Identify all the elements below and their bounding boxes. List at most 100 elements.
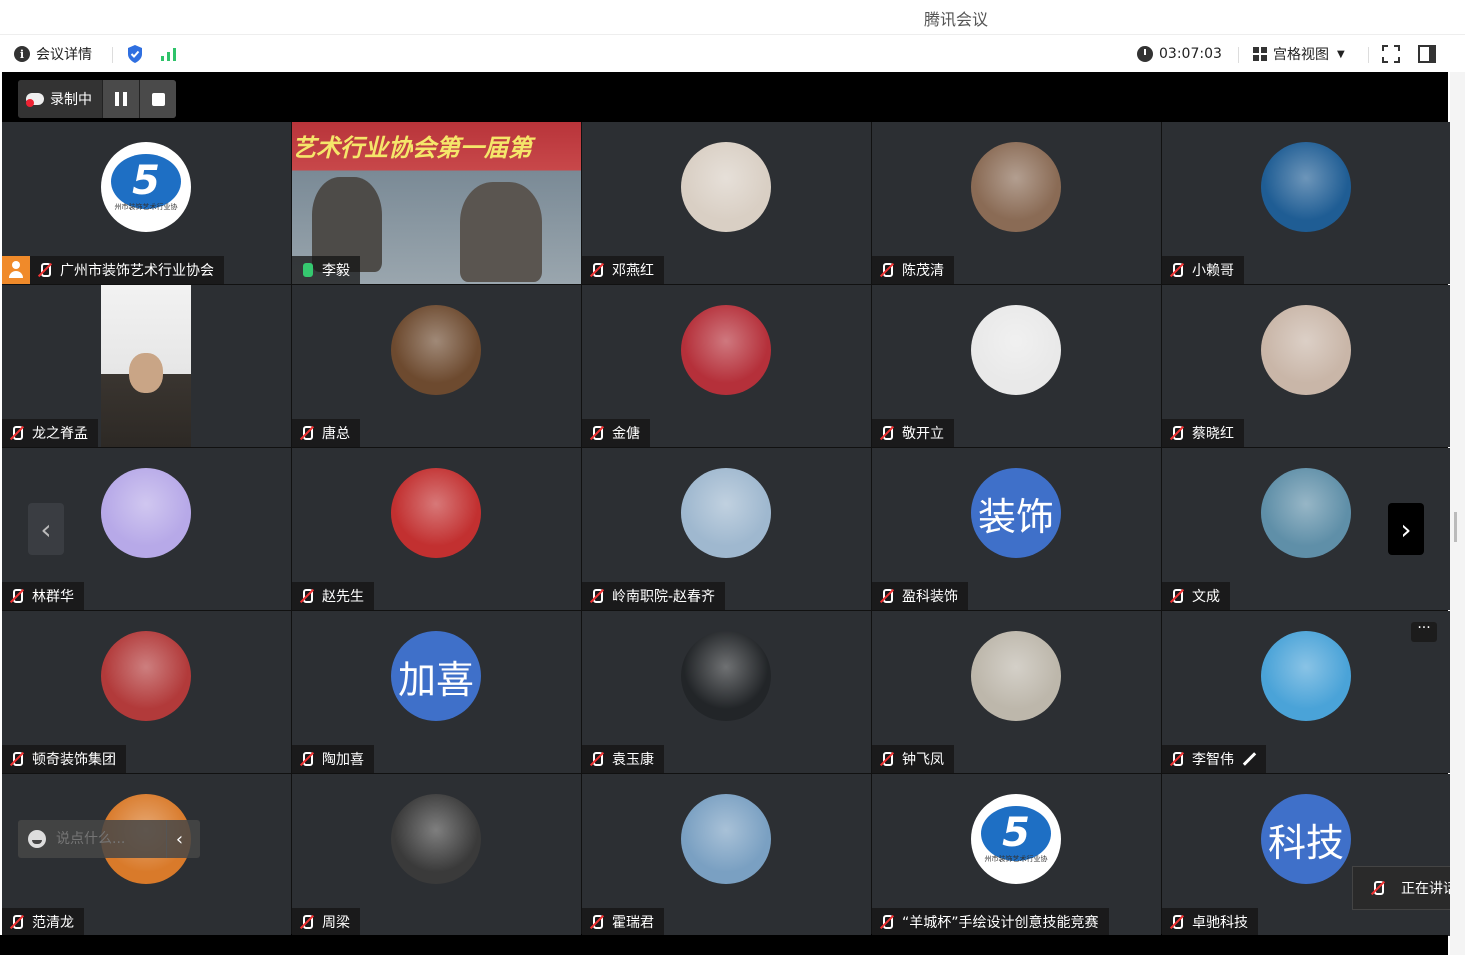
clock-icon <box>1137 46 1153 62</box>
window-title: 腾讯会议 <box>924 10 989 29</box>
pause-recording-button[interactable] <box>102 80 139 118</box>
participant-tile[interactable]: 李智伟 <box>1162 611 1451 773</box>
avatar <box>681 631 771 721</box>
participant-nametag: 敬开立 <box>872 419 954 447</box>
participant-tile[interactable]: 小赖哥 <box>1162 122 1451 284</box>
participant-tile[interactable]: 岭南职院-赵春齐 <box>582 448 871 610</box>
security-shield-button[interactable] <box>126 43 144 65</box>
participant-tile[interactable]: 5 州市装饰艺术行业协 “羊城杯”手绘设计创意技能竞赛 <box>872 774 1161 936</box>
avatar <box>971 142 1061 232</box>
participant-nametag: 广州市装饰艺术行业协会 <box>2 256 224 284</box>
mic-muted-icon <box>878 425 894 441</box>
avatar <box>1261 305 1351 395</box>
view-mode-dropdown[interactable]: 宫格视图 ▼ <box>1253 43 1345 65</box>
emoji-icon[interactable] <box>28 830 46 848</box>
participant-name: 钟飞凤 <box>902 752 944 768</box>
participant-name: 袁玉康 <box>612 752 654 768</box>
participant-name: 周梁 <box>322 915 350 931</box>
participant-name: 赵先生 <box>322 589 364 605</box>
participant-tile[interactable]: 龙之脊孟 <box>2 285 291 447</box>
toolbar-divider <box>1368 47 1369 63</box>
mic-muted-icon <box>8 425 24 441</box>
participant-tile[interactable]: 霍瑞君 <box>582 774 871 936</box>
participant-name: 广州市装饰艺术行业协会 <box>60 263 214 279</box>
avatar <box>681 794 771 884</box>
person-silhouette <box>460 182 542 282</box>
caret-down-icon: ▼ <box>1337 48 1345 60</box>
mic-muted-icon <box>298 751 314 767</box>
participant-tile[interactable]: 钟飞凤 <box>872 611 1161 773</box>
tile-more-button[interactable]: ··· <box>1411 620 1437 642</box>
participant-nametag: 龙之脊孟 <box>2 419 98 447</box>
host-icon <box>2 256 30 284</box>
participant-tile[interactable]: 陈茂清 <box>872 122 1161 284</box>
avatar: 5 州市装饰艺术行业协 <box>101 142 191 232</box>
stop-recording-button[interactable] <box>139 80 176 118</box>
participant-tile[interactable]: 科技 卓驰科技 <box>1162 774 1451 936</box>
participant-name: “羊城杯”手绘设计创意技能竞赛 <box>902 915 1099 931</box>
pause-icon <box>115 92 127 106</box>
mic-muted-icon <box>588 914 604 930</box>
avatar <box>101 468 191 558</box>
participant-tile[interactable]: 周梁 <box>292 774 581 936</box>
mic-muted-icon <box>1168 425 1184 441</box>
participant-tile[interactable]: 金傏 <box>582 285 871 447</box>
participant-tile[interactable]: 赵先生 <box>292 448 581 610</box>
meeting-info-button[interactable]: i 会议详情 <box>14 43 92 65</box>
participant-name: 范清龙 <box>32 915 74 931</box>
stop-icon <box>151 92 165 106</box>
mic-muted-icon <box>588 425 604 441</box>
mic-muted-icon <box>878 914 894 930</box>
participant-tile[interactable]: 敬开立 <box>872 285 1161 447</box>
participant-tile[interactable]: 顿奇装饰集团 <box>2 611 291 773</box>
participant-nametag: 李毅 <box>292 256 360 284</box>
meeting-window: { "window": { "title": "腾讯会议" }, "toolba… <box>0 0 1465 955</box>
participant-nametag: 范清龙 <box>2 908 84 936</box>
participant-name: 卓驰科技 <box>1192 915 1248 931</box>
resize-handle[interactable] <box>1454 512 1457 542</box>
toolbar-divider <box>112 47 113 63</box>
shield-icon <box>128 45 142 63</box>
mic-muted-icon <box>1168 262 1184 278</box>
participant-tile[interactable]: 5 州市装饰艺术行业协广州市装饰艺术行业协会 <box>2 122 291 284</box>
avatar <box>391 468 481 558</box>
meeting-timer: 03:07:03 <box>1137 43 1222 65</box>
avatar <box>1261 468 1351 558</box>
participant-name: 陈茂清 <box>902 263 944 279</box>
previous-page-button[interactable]: ‹ <box>28 503 64 555</box>
participant-nametag: 唐总 <box>292 419 360 447</box>
ellipsis-icon: ··· <box>1417 620 1431 636</box>
bottom-bar <box>0 935 1448 955</box>
network-signal-button[interactable] <box>160 43 178 65</box>
chat-input[interactable] <box>56 831 166 847</box>
participant-nametag: 林群华 <box>2 582 84 610</box>
participant-name: 敬开立 <box>902 426 944 442</box>
chevron-right-icon: › <box>1400 512 1412 546</box>
participant-nametag: 陶加喜 <box>292 745 374 773</box>
cloud-record-icon <box>26 93 44 107</box>
view-mode-label: 宫格视图 <box>1273 47 1329 63</box>
participant-nametag: “羊城杯”手绘设计创意技能竞赛 <box>872 908 1109 936</box>
fullscreen-button[interactable] <box>1382 43 1400 65</box>
association-logo: 5 <box>981 805 1051 861</box>
person-silhouette <box>129 353 163 393</box>
mic-muted-icon <box>36 262 52 278</box>
next-page-button[interactable]: › <box>1388 503 1424 555</box>
mic-muted-icon <box>588 588 604 604</box>
sidebar-toggle-button[interactable] <box>1418 43 1436 65</box>
participant-nametag: 顿奇装饰集团 <box>2 745 126 773</box>
participant-tile[interactable]: 唐总 <box>292 285 581 447</box>
speaking-indicator: 正在讲话 <box>1352 866 1465 910</box>
avatar: 装饰 <box>971 468 1061 558</box>
chat-collapse-button[interactable]: ‹ <box>166 820 192 858</box>
logo-caption: 州市装饰艺术行业协 <box>984 855 1048 863</box>
participant-tile[interactable]: 邓燕红 <box>582 122 871 284</box>
participant-tile[interactable]: 装饰盈科装饰 <box>872 448 1161 610</box>
participant-tile[interactable]: 艺术行业协会第一届第 李毅 <box>292 122 581 284</box>
participant-nametag: 霍瑞君 <box>582 908 664 936</box>
participant-tile[interactable]: 加喜 陶加喜 <box>292 611 581 773</box>
avatar <box>391 794 481 884</box>
participant-tile[interactable]: 蔡晓红 <box>1162 285 1451 447</box>
participant-name: 盈科装饰 <box>902 589 958 605</box>
participant-tile[interactable]: 袁玉康 <box>582 611 871 773</box>
